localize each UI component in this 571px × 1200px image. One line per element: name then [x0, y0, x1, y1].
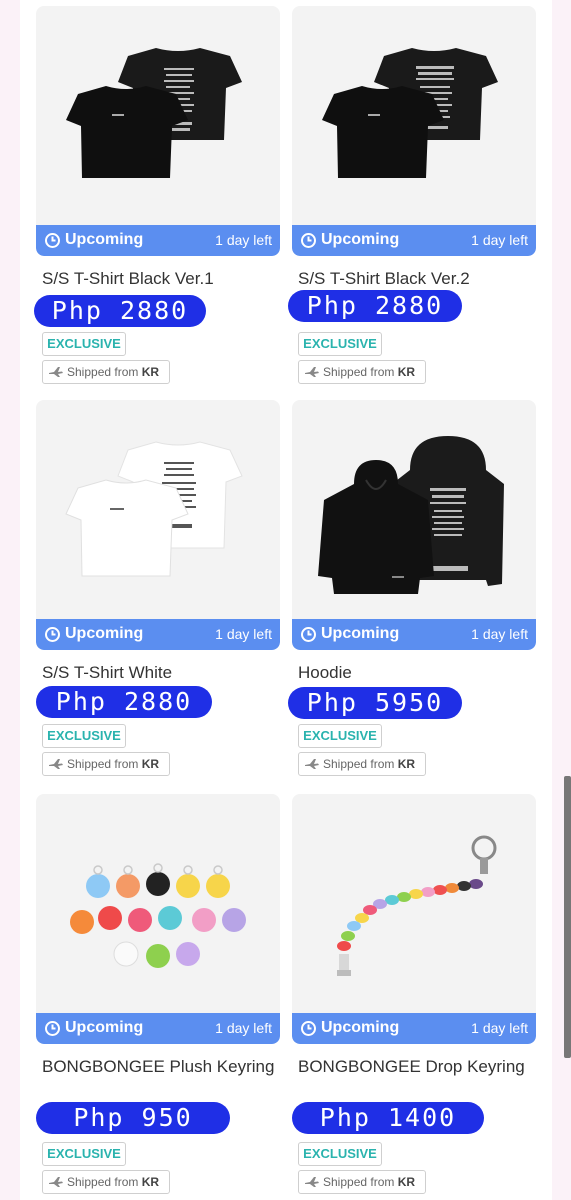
exclusive-badge: EXCLUSIVE [298, 332, 382, 356]
drop-keyring-image [337, 835, 497, 976]
airplane-icon [305, 367, 319, 377]
white-tshirt-image [65, 441, 243, 577]
time-left: 1 day left [215, 1020, 272, 1036]
product-card[interactable]: Upcoming 1 day left BONGBONGEE Plush Key… [36, 794, 280, 1196]
shipped-from-badge: Shipped from KR [42, 1170, 170, 1194]
clock-icon [45, 1021, 60, 1036]
airplane-icon [49, 759, 63, 769]
status-bar: Upcoming 1 day left [36, 619, 280, 650]
scrollbar-thumb[interactable] [564, 776, 571, 1058]
shipped-from-label: Shipped from [67, 757, 139, 771]
clock-icon [45, 233, 60, 248]
product-card[interactable]: Upcoming 1 day left S/S T-Shirt Black Ve… [288, 6, 536, 386]
product-card[interactable]: Upcoming 1 day left S/S T-Shirt White Ph… [36, 400, 280, 780]
shipped-from-badge: Shipped from KR [298, 1170, 426, 1194]
product-image[interactable]: Upcoming 1 day left [292, 794, 536, 1044]
airplane-icon [305, 1177, 319, 1187]
status-label: Upcoming [65, 231, 144, 248]
status-bar: Upcoming 1 day left [292, 225, 536, 256]
product-name[interactable]: S/S T-Shirt Black Ver.1 [42, 267, 278, 291]
product-image[interactable]: Upcoming 1 day left [36, 400, 280, 650]
time-left: 1 day left [215, 232, 272, 248]
shipped-country: KR [397, 1175, 416, 1189]
clock-icon [301, 233, 316, 248]
product-image[interactable]: Upcoming 1 day left [36, 794, 280, 1044]
status-bar: Upcoming 1 day left [36, 1013, 280, 1044]
shipped-country: KR [397, 757, 416, 771]
shipped-from-label: Shipped from [323, 1175, 395, 1189]
price-tag: Php 2880 [34, 295, 206, 327]
shipped-from-label: Shipped from [323, 365, 395, 379]
status-bar: Upcoming 1 day left [292, 619, 536, 650]
status-bar: Upcoming 1 day left [36, 225, 280, 256]
status-label: Upcoming [65, 625, 144, 642]
price-tag: Php 1400 [292, 1102, 484, 1134]
clock-icon [45, 627, 60, 642]
status-label: Upcoming [321, 1019, 400, 1036]
shipped-country: KR [397, 365, 416, 379]
shipped-country: KR [141, 1175, 160, 1189]
shipped-from-label: Shipped from [67, 1175, 139, 1189]
black-tshirt-image [322, 48, 498, 178]
product-name[interactable]: BONGBONGEE Plush Keyring [42, 1055, 278, 1079]
shipped-from-label: Shipped from [67, 365, 139, 379]
status-bar: Upcoming 1 day left [292, 1013, 536, 1044]
shipped-country: KR [141, 757, 160, 771]
exclusive-badge: EXCLUSIVE [42, 332, 126, 356]
shipped-country: KR [141, 365, 160, 379]
shipped-from-badge: Shipped from KR [42, 360, 170, 384]
airplane-icon [49, 1177, 63, 1187]
exclusive-badge: EXCLUSIVE [42, 1142, 126, 1166]
product-name[interactable]: S/S T-Shirt White [42, 661, 278, 685]
status-label: Upcoming [65, 1019, 144, 1036]
price-tag: Php 5950 [288, 687, 462, 719]
product-card[interactable]: Upcoming 1 day left Hoodie Php 5950 EXCL… [288, 400, 536, 780]
time-left: 1 day left [471, 626, 528, 642]
product-card[interactable]: Upcoming 1 day left S/S T-Shirt Black Ve… [34, 6, 280, 386]
status-label: Upcoming [321, 625, 400, 642]
product-grid: Upcoming 1 day left S/S T-Shirt Black Ve… [20, 0, 552, 1200]
exclusive-badge: EXCLUSIVE [298, 724, 382, 748]
shipped-from-badge: Shipped from KR [298, 360, 426, 384]
time-left: 1 day left [471, 232, 528, 248]
exclusive-badge: EXCLUSIVE [42, 724, 126, 748]
shipped-from-badge: Shipped from KR [42, 752, 170, 776]
airplane-icon [305, 759, 319, 769]
exclusive-badge: EXCLUSIVE [298, 1142, 382, 1166]
product-card[interactable]: Upcoming 1 day left BONGBONGEE Drop Keyr… [292, 794, 536, 1196]
price-tag: Php 2880 [36, 686, 212, 718]
hoodie-image [318, 436, 504, 594]
clock-icon [301, 1021, 316, 1036]
black-tshirt-image [66, 48, 242, 178]
product-name[interactable]: Hoodie [298, 661, 534, 685]
plush-keyrings-image [70, 863, 246, 968]
shipped-from-label: Shipped from [323, 757, 395, 771]
product-image[interactable]: Upcoming 1 day left [36, 6, 280, 256]
product-image[interactable]: Upcoming 1 day left [292, 400, 536, 650]
price-tag: Php 950 [36, 1102, 230, 1134]
status-label: Upcoming [321, 231, 400, 248]
clock-icon [301, 627, 316, 642]
time-left: 1 day left [471, 1020, 528, 1036]
product-name[interactable]: S/S T-Shirt Black Ver.2 [298, 267, 534, 291]
airplane-icon [49, 367, 63, 377]
product-image[interactable]: Upcoming 1 day left [292, 6, 536, 256]
time-left: 1 day left [215, 626, 272, 642]
shipped-from-badge: Shipped from KR [298, 752, 426, 776]
product-name[interactable]: BONGBONGEE Drop Keyring [298, 1055, 534, 1079]
price-tag: Php 2880 [288, 290, 462, 322]
